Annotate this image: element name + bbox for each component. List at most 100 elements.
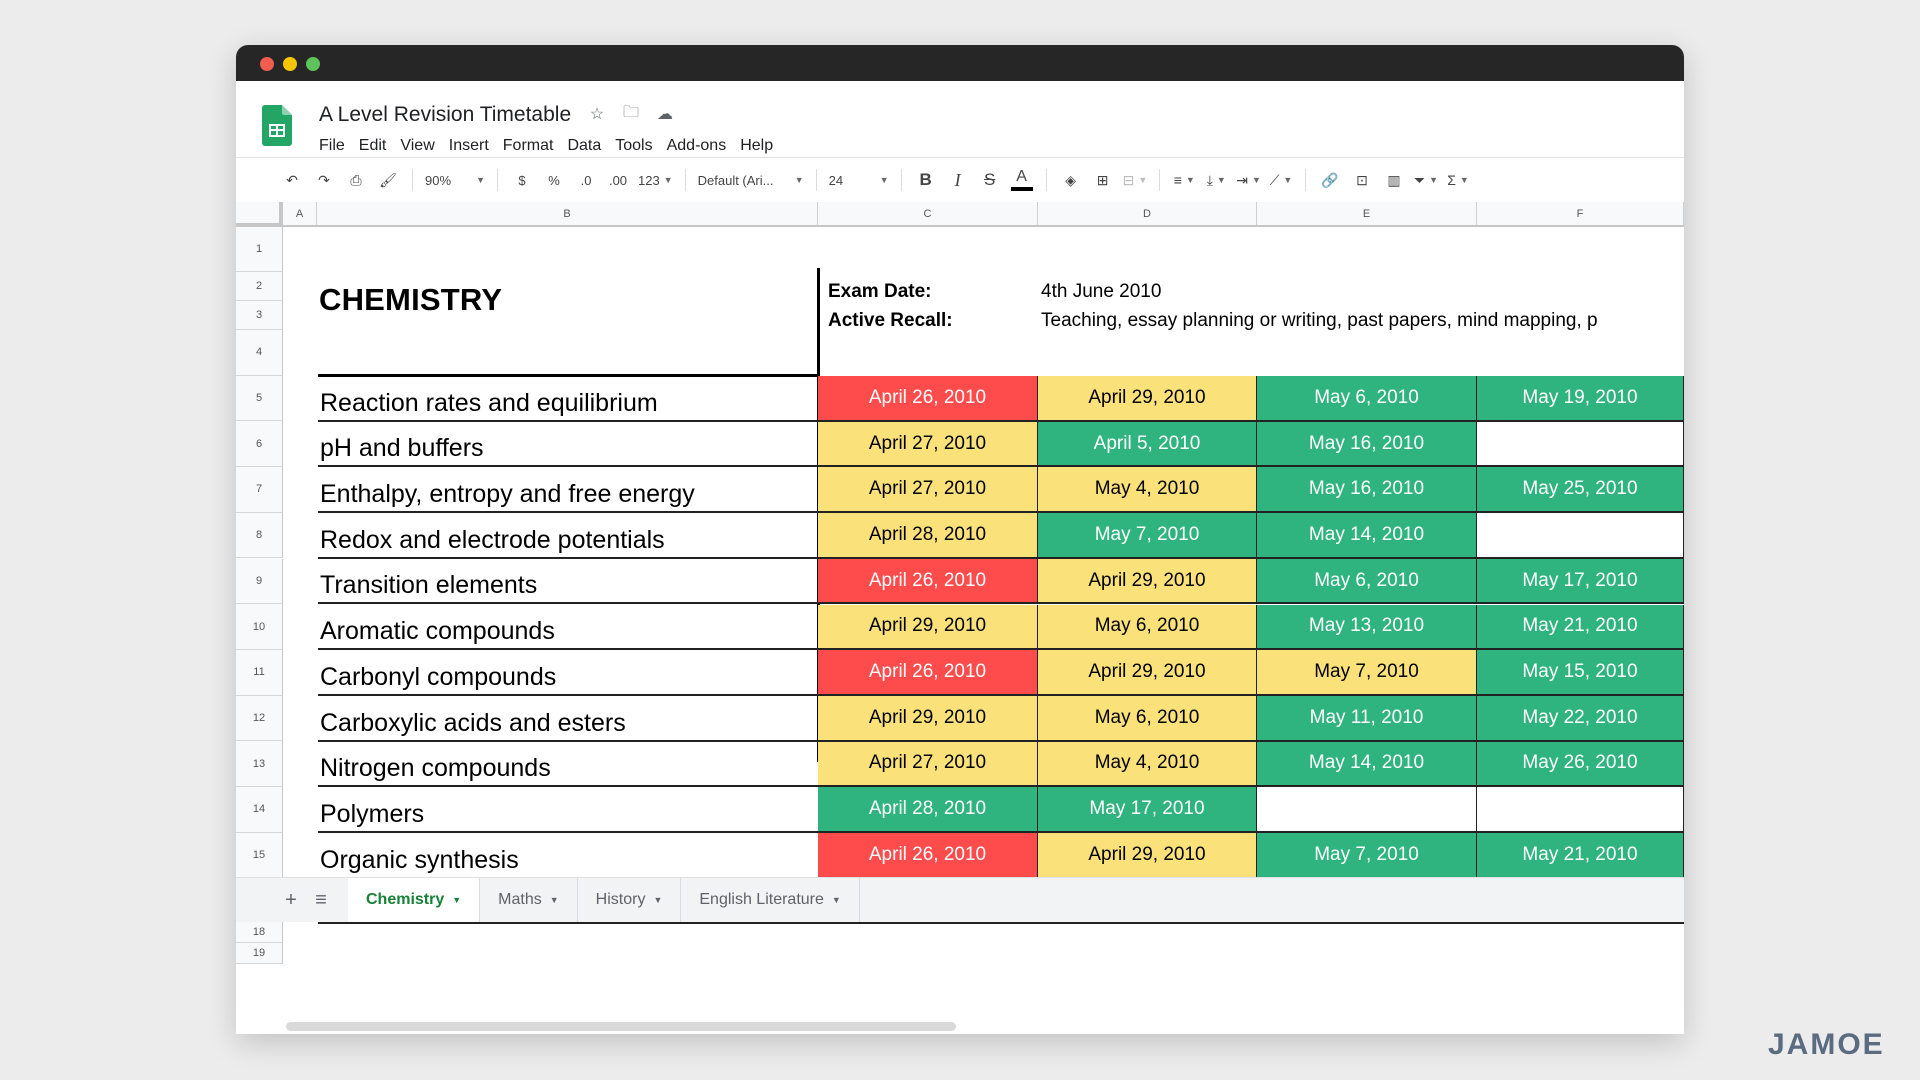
- session-date-cell[interactable]: April 29, 2010: [1038, 558, 1257, 605]
- topic-cell[interactable]: Nitrogen compounds: [318, 742, 818, 788]
- session-date-cell[interactable]: [1477, 421, 1684, 468]
- row-header-13[interactable]: 13: [236, 741, 283, 787]
- topic-cell[interactable]: Redox and electrode potentials: [318, 513, 818, 559]
- session-date-cell[interactable]: May 19, 2010: [1477, 376, 1684, 422]
- chevron-down-icon[interactable]: ▼: [452, 895, 461, 905]
- session-date-cell[interactable]: [1477, 513, 1684, 559]
- session-date-cell[interactable]: May 6, 2010: [1038, 604, 1257, 651]
- session-date-cell[interactable]: April 27, 2010: [818, 421, 1038, 468]
- select-all-corner[interactable]: [236, 202, 283, 227]
- insert-link-icon[interactable]: 🔗: [1318, 166, 1342, 194]
- session-date-cell[interactable]: April 27, 2010: [818, 741, 1038, 788]
- row-header-6[interactable]: 6: [236, 421, 283, 468]
- chevron-down-icon[interactable]: ▼: [832, 895, 841, 905]
- topic-cell[interactable]: Transition elements: [318, 559, 818, 605]
- star-icon[interactable]: ☆: [586, 103, 608, 125]
- session-date-cell[interactable]: May 4, 2010: [1038, 467, 1257, 514]
- font-select[interactable]: Default (Ari... ▼: [698, 166, 804, 194]
- session-date-cell[interactable]: May 21, 2010: [1477, 604, 1684, 651]
- row-header-11[interactable]: 11: [236, 649, 283, 696]
- functions-button[interactable]: Σ ▼: [1446, 166, 1470, 194]
- sheets-logo-icon[interactable]: [262, 105, 292, 146]
- cloud-saved-icon[interactable]: ☁: [654, 103, 676, 125]
- session-date-cell[interactable]: May 26, 2010: [1477, 741, 1684, 788]
- topic-cell[interactable]: Reaction rates and equilibrium: [318, 376, 818, 422]
- topic-cell[interactable]: pH and buffers: [318, 422, 818, 468]
- session-date-cell[interactable]: May 6, 2010: [1257, 376, 1477, 422]
- row-header-12[interactable]: 12: [236, 695, 283, 742]
- row-header-4[interactable]: 4: [236, 330, 283, 376]
- percent-format-button[interactable]: %: [542, 166, 566, 194]
- session-date-cell[interactable]: April 26, 2010: [818, 558, 1038, 605]
- minimize-window-button[interactable]: [283, 57, 297, 71]
- menu-format[interactable]: Format: [503, 137, 562, 155]
- zoom-select[interactable]: 90% ▼: [425, 166, 485, 194]
- session-date-cell[interactable]: April 26, 2010: [818, 833, 1038, 879]
- topic-cell[interactable]: Aromatic compounds: [318, 605, 818, 651]
- session-date-cell[interactable]: [1257, 787, 1477, 833]
- session-date-cell[interactable]: May 6, 2010: [1038, 695, 1257, 742]
- session-date-cell[interactable]: April 29, 2010: [818, 695, 1038, 742]
- horizontal-scrollbar[interactable]: [286, 1022, 956, 1031]
- bold-button[interactable]: B: [914, 166, 938, 194]
- borders-icon[interactable]: ⊞: [1091, 166, 1115, 194]
- session-date-cell[interactable]: May 17, 2010: [1477, 558, 1684, 605]
- column-header-f[interactable]: F: [1477, 202, 1684, 227]
- sheet-tab-chemistry[interactable]: Chemistry ▼: [348, 878, 481, 922]
- all-sheets-button[interactable]: ≡: [306, 878, 336, 922]
- session-date-cell[interactable]: May 11, 2010: [1257, 695, 1477, 742]
- more-formats-button[interactable]: 123 ▼: [638, 166, 673, 194]
- font-size-select[interactable]: 24 ▼: [829, 166, 889, 194]
- menu-data[interactable]: Data: [567, 137, 609, 155]
- row-header-9[interactable]: 9: [236, 558, 283, 605]
- column-header-e[interactable]: E: [1257, 202, 1477, 227]
- row-header-3[interactable]: 3: [236, 301, 283, 330]
- session-date-cell[interactable]: May 16, 2010: [1257, 421, 1477, 468]
- add-sheet-button[interactable]: +: [276, 878, 306, 922]
- topic-cell[interactable]: Polymers: [318, 787, 818, 833]
- session-date-cell[interactable]: May 6, 2010: [1257, 558, 1477, 605]
- filter-icon[interactable]: ⏷ ▼: [1414, 166, 1438, 194]
- sheet-title[interactable]: CHEMISTRY: [319, 282, 502, 318]
- text-rotation-icon[interactable]: ⟋ ▼: [1269, 166, 1293, 194]
- chevron-down-icon[interactable]: ▼: [550, 895, 559, 905]
- session-date-cell[interactable]: May 21, 2010: [1477, 833, 1684, 879]
- redo-icon[interactable]: ↷: [312, 166, 336, 194]
- paint-format-icon[interactable]: 🖌: [376, 166, 400, 194]
- session-date-cell[interactable]: May 7, 2010: [1257, 833, 1477, 879]
- topic-cell[interactable]: Organic synthesis: [318, 833, 818, 879]
- maximize-window-button[interactable]: [306, 57, 320, 71]
- exam-date-value[interactable]: 4th June 2010: [1041, 281, 1684, 303]
- row-header-2[interactable]: 2: [236, 272, 283, 301]
- session-date-cell[interactable]: April 26, 2010: [818, 650, 1038, 696]
- fill-color-icon[interactable]: ◈: [1059, 166, 1083, 194]
- topic-cell[interactable]: Enthalpy, entropy and free energy: [318, 467, 818, 514]
- row-header-1[interactable]: 1: [236, 227, 283, 272]
- undo-icon[interactable]: ↶: [280, 166, 304, 194]
- menu-add-ons[interactable]: Add-ons: [667, 137, 735, 155]
- row-header-8[interactable]: 8: [236, 512, 283, 559]
- menu-file[interactable]: File: [319, 137, 353, 155]
- row-header-10[interactable]: 10: [236, 604, 283, 650]
- session-date-cell[interactable]: April 5, 2010: [1038, 421, 1257, 468]
- document-title[interactable]: A Level Revision Timetable: [319, 103, 571, 127]
- insert-chart-icon[interactable]: ▥: [1382, 166, 1406, 194]
- row-header-19[interactable]: 19: [236, 942, 283, 965]
- print-icon[interactable]: ⎙: [344, 166, 368, 194]
- session-date-cell[interactable]: April 29, 2010: [1038, 833, 1257, 879]
- active-recall-label[interactable]: Active Recall:: [828, 310, 953, 332]
- exam-date-label[interactable]: Exam Date:: [828, 281, 932, 303]
- menu-tools[interactable]: Tools: [615, 137, 660, 155]
- italic-button[interactable]: I: [946, 166, 970, 194]
- session-date-cell[interactable]: [1477, 787, 1684, 833]
- session-date-cell[interactable]: April 28, 2010: [818, 513, 1038, 559]
- session-date-cell[interactable]: April 29, 2010: [1038, 376, 1257, 422]
- column-header-c[interactable]: C: [818, 202, 1038, 227]
- active-recall-value[interactable]: Teaching, essay planning or writing, pas…: [1041, 310, 1684, 332]
- session-date-cell[interactable]: April 28, 2010: [818, 787, 1038, 833]
- sheet-tab-english-literature[interactable]: English Literature ▼: [681, 878, 860, 922]
- strikethrough-button[interactable]: S: [978, 166, 1002, 194]
- session-date-cell[interactable]: May 15, 2010: [1477, 650, 1684, 696]
- column-header-a[interactable]: A: [283, 202, 317, 227]
- row-header-7[interactable]: 7: [236, 467, 283, 513]
